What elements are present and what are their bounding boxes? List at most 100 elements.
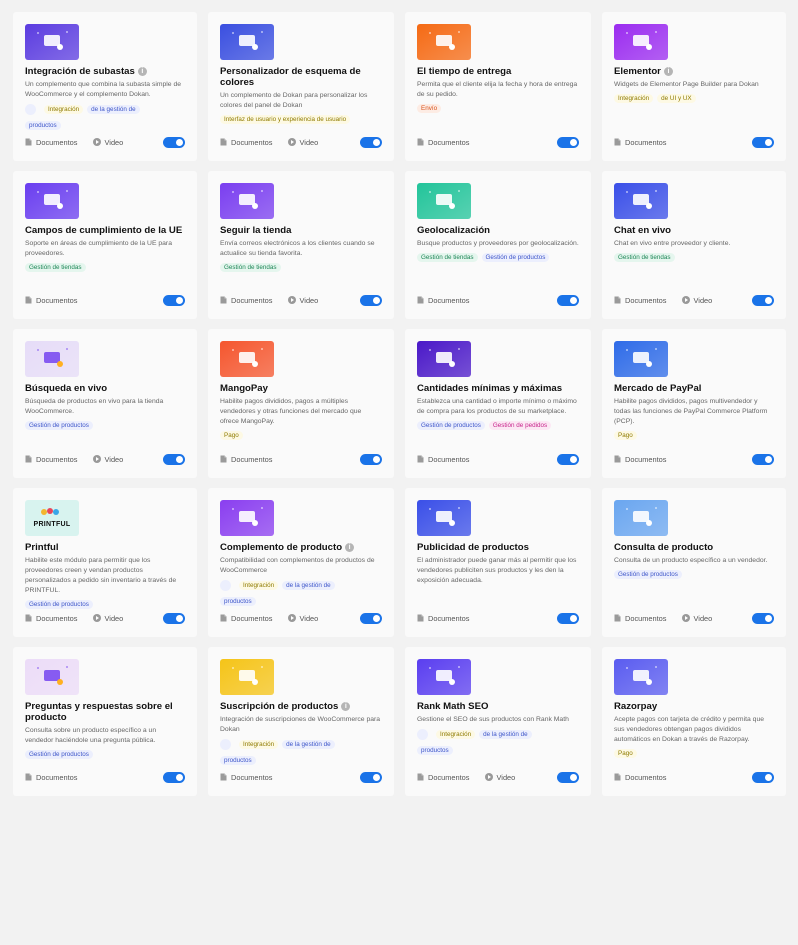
module-title: Suscripción de productos i: [220, 701, 382, 712]
module-toggle[interactable]: [557, 771, 579, 783]
video-link[interactable]: Video: [287, 138, 318, 147]
video-link[interactable]: Video: [681, 296, 712, 305]
module-toggle[interactable]: [752, 771, 774, 783]
module-toggle[interactable]: [557, 612, 579, 624]
module-toggle[interactable]: [557, 294, 579, 306]
documents-link[interactable]: Documentos: [614, 455, 667, 464]
documents-link[interactable]: Documentos: [417, 614, 470, 623]
module-title: Geolocalización: [417, 225, 579, 236]
module-footer: Documentos Video: [220, 136, 382, 148]
module-tags: Gestión de tiendas: [25, 263, 185, 272]
category-tag: Gestión de tiendas: [25, 263, 86, 272]
module-title-text: Preguntas y respuestas sobre el producto: [25, 701, 173, 723]
documents-link[interactable]: Documentos: [25, 773, 78, 782]
category-tag: Pago: [614, 431, 637, 440]
product-management-tag: de la gestión de: [282, 740, 335, 749]
module-title-text: Rank Math SEO: [417, 701, 489, 712]
documents-link[interactable]: Documentos: [614, 296, 667, 305]
map-pin-icon: [417, 183, 471, 219]
product-management-tag: productos: [220, 597, 256, 606]
module-title: Búsqueda en vivo: [25, 383, 185, 394]
documents-link[interactable]: Documentos: [220, 138, 273, 147]
video-link[interactable]: Video: [681, 614, 712, 623]
module-tags: Integración de la gestión de productos: [220, 580, 382, 606]
documents-label: Documentos: [625, 613, 667, 623]
module-toggle[interactable]: [752, 612, 774, 624]
module-toggle[interactable]: [557, 453, 579, 465]
module-toggle[interactable]: [360, 771, 382, 783]
module-tags: Gestión de productos Gestión de pedidos: [417, 421, 579, 430]
documents-link[interactable]: Documentos: [220, 773, 273, 782]
module-title: Integración de subastas i: [25, 66, 185, 77]
module-toggle[interactable]: [163, 453, 185, 465]
module-toggle[interactable]: [752, 136, 774, 148]
module-toggle[interactable]: [360, 294, 382, 306]
documents-link[interactable]: Documentos: [25, 614, 78, 623]
delivery-icon: [417, 24, 471, 60]
module-toggle[interactable]: [360, 612, 382, 624]
video-link[interactable]: Video: [484, 773, 515, 782]
module-description: Un complemento que combina la subasta si…: [25, 81, 182, 98]
module-tags: Envío: [417, 104, 579, 113]
razorpay-icon: [614, 659, 668, 695]
video-link[interactable]: Video: [92, 455, 123, 464]
documents-label: Documentos: [36, 454, 78, 464]
palette-icon: [220, 24, 274, 60]
module-footer: Documentos: [417, 294, 579, 306]
product-management-tag: de la gestión de: [479, 730, 532, 739]
video-label: Video: [104, 613, 124, 623]
documents-link[interactable]: Documentos: [25, 296, 78, 305]
module-tags: Integración de UI y UX: [614, 94, 774, 103]
tag-dot: [417, 729, 428, 740]
documents-link[interactable]: Documentos: [25, 455, 78, 464]
documents-label: Documentos: [428, 772, 470, 782]
module-toggle[interactable]: [163, 294, 185, 306]
tag-dot: [220, 580, 231, 591]
info-icon[interactable]: i: [137, 67, 147, 76]
documents-link[interactable]: Documentos: [614, 138, 667, 147]
documents-link[interactable]: Documentos: [220, 296, 273, 305]
category-tag: Gestión de productos: [614, 570, 682, 579]
documents-link[interactable]: Documentos: [417, 455, 470, 464]
documents-link[interactable]: Documentos: [417, 138, 470, 147]
documents-link[interactable]: Documentos: [614, 614, 667, 623]
documents-link[interactable]: Documentos: [220, 614, 273, 623]
video-link[interactable]: Video: [287, 614, 318, 623]
module-card-subscription: Suscripción de productos i Integración de…: [208, 647, 394, 796]
module-toggle[interactable]: [752, 453, 774, 465]
module-footer: Documentos: [417, 612, 579, 624]
module-title-text: Chat en vivo: [614, 225, 672, 236]
module-title-text: Integración de subastas: [25, 66, 135, 77]
module-toggle[interactable]: [752, 294, 774, 306]
video-label: Video: [299, 295, 319, 305]
play-icon: [92, 614, 101, 622]
module-toggle[interactable]: [557, 136, 579, 148]
module-description: Establezca una cantidad o importe mínimo…: [417, 398, 577, 415]
video-link[interactable]: Video: [287, 295, 319, 305]
video-link[interactable]: Video: [92, 138, 123, 147]
product-management-tag: de la gestión de: [282, 581, 335, 590]
module-card-eu-compliance: Campos de cumplimiento de la UE Soporte …: [13, 171, 197, 319]
documents-link[interactable]: Documentos: [220, 455, 273, 464]
module-title: Personalizador de esquema de colores: [220, 66, 382, 88]
module-toggle[interactable]: [360, 453, 382, 465]
module-toggle[interactable]: [163, 612, 185, 624]
module-footer: Documentos: [614, 771, 774, 783]
product-management-tag: productos: [417, 746, 453, 755]
documents-link[interactable]: Documentos: [614, 773, 667, 782]
documents-link[interactable]: Documentos: [417, 773, 470, 782]
info-icon[interactable]: i: [345, 543, 355, 552]
documents-link[interactable]: Documentos: [417, 296, 470, 305]
module-tags: Gestión de tiendas: [220, 263, 382, 272]
module-toggle[interactable]: [360, 136, 382, 148]
printful-logo-text: PRINTFUL: [33, 521, 71, 528]
module-description: Widgets de Elementor Page Builder para D…: [614, 81, 759, 88]
module-tags: Pago: [220, 431, 382, 440]
info-icon[interactable]: i: [341, 702, 351, 711]
info-icon[interactable]: i: [663, 67, 673, 76]
module-tags: Gestión de tiendas Gestión de productos: [417, 253, 579, 262]
module-toggle[interactable]: [163, 136, 185, 148]
video-link[interactable]: Video: [92, 613, 124, 623]
documents-link[interactable]: Documentos: [25, 138, 78, 147]
module-toggle[interactable]: [163, 771, 185, 783]
